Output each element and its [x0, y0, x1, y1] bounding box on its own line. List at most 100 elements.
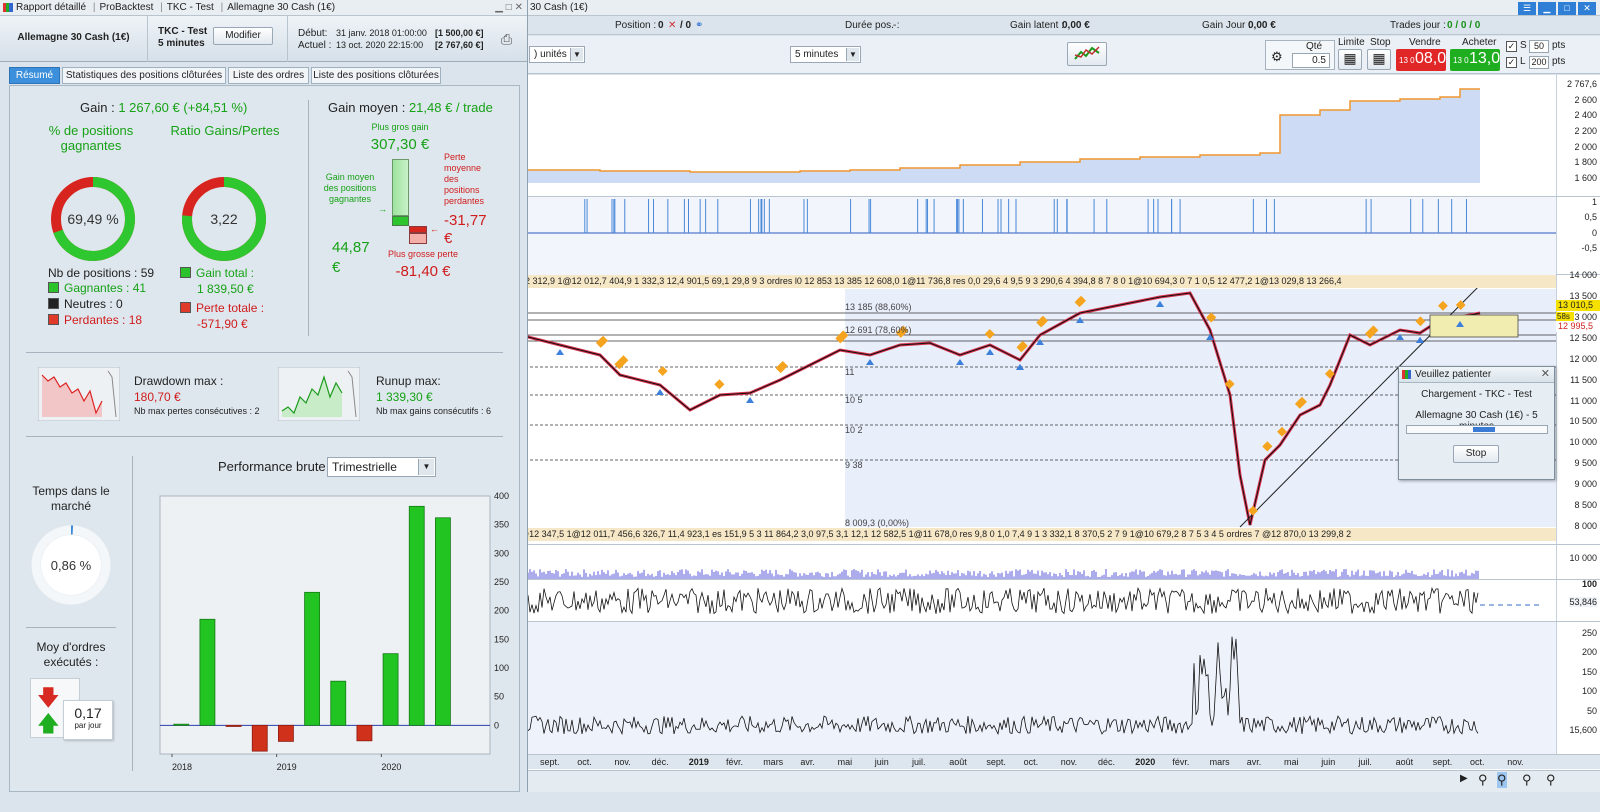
- oscillator-line: [520, 586, 1540, 615]
- limite-order-button[interactable]: ▦: [1338, 49, 1362, 70]
- temps-value: 0,86 %: [50, 558, 92, 573]
- stop-button[interactable]: Stop: [1453, 445, 1499, 463]
- buy-button[interactable]: 13 0 13,0: [1450, 49, 1500, 71]
- red-square-icon: [180, 302, 191, 313]
- green-square-icon: [48, 282, 59, 293]
- dialog-close-icon[interactable]: ✕: [1541, 367, 1550, 382]
- chevron-down-icon: ▼: [418, 459, 434, 475]
- platform-menu-icon[interactable]: ☰: [1518, 2, 1536, 15]
- s-checkbox[interactable]: ✓: [1506, 41, 1517, 52]
- s-input[interactable]: 50: [1529, 40, 1549, 53]
- y-tick-label: 8 000: [1574, 521, 1597, 531]
- y-tick-label: 12 000: [1569, 353, 1597, 364]
- x-tick-label: sept.: [1432, 757, 1453, 767]
- activity-path: [520, 636, 1479, 742]
- y-tick-label: 200: [1581, 647, 1597, 658]
- report-window-buttons: ▁ □ ✕: [495, 0, 523, 15]
- perte-totale-value: -571,90 €: [197, 317, 248, 331]
- drawdown-label: Drawdown max :: [134, 374, 224, 388]
- units-select[interactable]: ) unités ▼: [529, 46, 585, 63]
- l-checkbox[interactable]: ✓: [1506, 57, 1517, 68]
- drawdown-sub: Nb max pertes consécutives : 2: [134, 406, 260, 416]
- volume-tick: 10 000: [1569, 553, 1597, 563]
- modify-button[interactable]: Modifier: [213, 27, 273, 45]
- perte-moyenne-label: Perte moyenne des positions perdantes: [444, 152, 485, 206]
- nb-positions: Nb de positions : 59: [48, 266, 155, 280]
- position-close-icon[interactable]: ✕: [668, 20, 676, 31]
- units-select-value: ) unités: [534, 49, 567, 60]
- pct-win-label: % de positions gagnantes: [48, 123, 134, 153]
- l-input[interactable]: 200: [1529, 56, 1549, 69]
- y-tick-label: 9 500: [1574, 458, 1597, 469]
- platform-minimize-icon[interactable]: ▁: [1538, 2, 1556, 15]
- trades-jour-label: Trades jour :: [1390, 20, 1446, 31]
- zoom-select-icon[interactable]: ⚲: [1497, 772, 1507, 788]
- dialog-line-1: Chargement - TKC - Test: [1421, 389, 1532, 400]
- platform-maximize-icon[interactable]: □: [1558, 2, 1576, 15]
- tab-statistiques[interactable]: Statistiques des positions clôturées: [62, 67, 226, 84]
- maximize-icon[interactable]: □: [506, 2, 512, 13]
- moy-ordres-label: Moy d'ordres exécutés :: [36, 640, 106, 669]
- system-timeframe: 5 minutes: [158, 38, 205, 49]
- zoom-in-icon[interactable]: ⚲: [1546, 772, 1556, 788]
- stop-order-button[interactable]: ▦: [1367, 49, 1391, 70]
- y-tick-label: 50: [1586, 705, 1597, 716]
- activity-line: [520, 636, 1479, 742]
- buy-price-big: 13,0: [1469, 50, 1501, 67]
- equity-pane[interactable]: 2 767,6 2 600 2 400 2 200 2 000 1 800 1 600: [520, 75, 1600, 197]
- scroll-right-icon[interactable]: ▶: [1460, 773, 1474, 787]
- qte-input[interactable]: 0.5: [1292, 53, 1330, 68]
- y-tick-label: 1 800: [1574, 157, 1597, 168]
- x-tick-label: 2020: [1135, 757, 1156, 767]
- y-tick-label: 0,5: [1584, 212, 1597, 223]
- y-tick-label: 350: [494, 520, 509, 530]
- zoom-out-icon[interactable]: ⚲: [1522, 772, 1532, 788]
- zoom-cursor-icon[interactable]: ⚲: [1478, 772, 1488, 788]
- activity-pane[interactable]: 250 200 150 100 50 15,600: [520, 622, 1600, 755]
- volume-pane[interactable]: 10 000: [520, 545, 1600, 580]
- level-label-1: 13 185 (88,60%): [845, 302, 912, 312]
- positions-y-axis: 1 0,5 0 -0,5: [1556, 197, 1600, 274]
- gain-total-value: 1 839,50 €: [197, 282, 254, 296]
- position-link-icon[interactable]: ⚭: [695, 20, 703, 31]
- duree-label: Durée pos. :: [845, 20, 900, 31]
- tab-resume[interactable]: Résumé: [9, 67, 60, 84]
- bar-2018-Q2: [199, 618, 216, 726]
- platform-close-icon[interactable]: ✕: [1578, 2, 1596, 15]
- oscillator-pane[interactable]: 100 53,846: [520, 579, 1600, 622]
- positions-pane[interactable]: 1 0,5 0 -0,5: [520, 197, 1600, 275]
- y-tick-label: 250: [494, 577, 509, 587]
- y-tick-label: 8 500: [1574, 500, 1597, 511]
- max-gain-bar: [392, 159, 409, 216]
- bar-2018-Q1: [173, 723, 190, 726]
- gain-moyen-line: Gain moyen : 21,48 € / trade: [328, 100, 493, 115]
- x-tick-label: avr.: [1246, 757, 1262, 767]
- chart-type-button[interactable]: [1067, 42, 1107, 66]
- neutres-row: Neutres : 0: [48, 297, 123, 311]
- report-header: Allemagne 30 Cash (1€) TKC - Test 5 minu…: [0, 16, 527, 62]
- neutres-text: Neutres : 0: [64, 297, 123, 311]
- wrench-icon[interactable]: ⚙: [1271, 49, 1283, 65]
- tab-liste-positions[interactable]: Liste des positions clôturées: [311, 67, 441, 84]
- perf-period-select[interactable]: Trimestrielle ▼: [327, 457, 436, 477]
- divider: [26, 352, 503, 353]
- perte-moyenne-value: -31,77 €: [444, 212, 487, 247]
- minimize-icon[interactable]: ▁: [495, 2, 503, 13]
- y-tick-label: 0: [1591, 227, 1597, 238]
- buy-marker: [656, 389, 664, 395]
- sell-price-big: 08,0: [1415, 50, 1447, 67]
- print-icon[interactable]: ⎙: [501, 31, 512, 48]
- tab-liste-ordres[interactable]: Liste des ordres: [228, 67, 309, 84]
- sell-button[interactable]: 13 0 08,0: [1396, 49, 1446, 71]
- timeframe-select[interactable]: 5 minutes ▼: [790, 46, 861, 63]
- s-pts-label: pts: [1552, 40, 1566, 51]
- position-extra: / 0: [680, 20, 692, 31]
- positions-histogram: [520, 197, 1556, 275]
- x-tick-label: mai: [837, 757, 853, 767]
- perf-period-value: Trimestrielle: [332, 460, 397, 474]
- bar-2019-Q1: [278, 724, 294, 742]
- close-icon[interactable]: ✕: [515, 2, 523, 13]
- plus-gros-gain-value: 307,30 €: [370, 136, 430, 153]
- orders-top-strip: 12 312,9 1@12 012,7 404,9 1 332,3 12,4 9…: [520, 275, 1556, 288]
- plus-grosse-perte-value: -81,40 €: [395, 263, 451, 280]
